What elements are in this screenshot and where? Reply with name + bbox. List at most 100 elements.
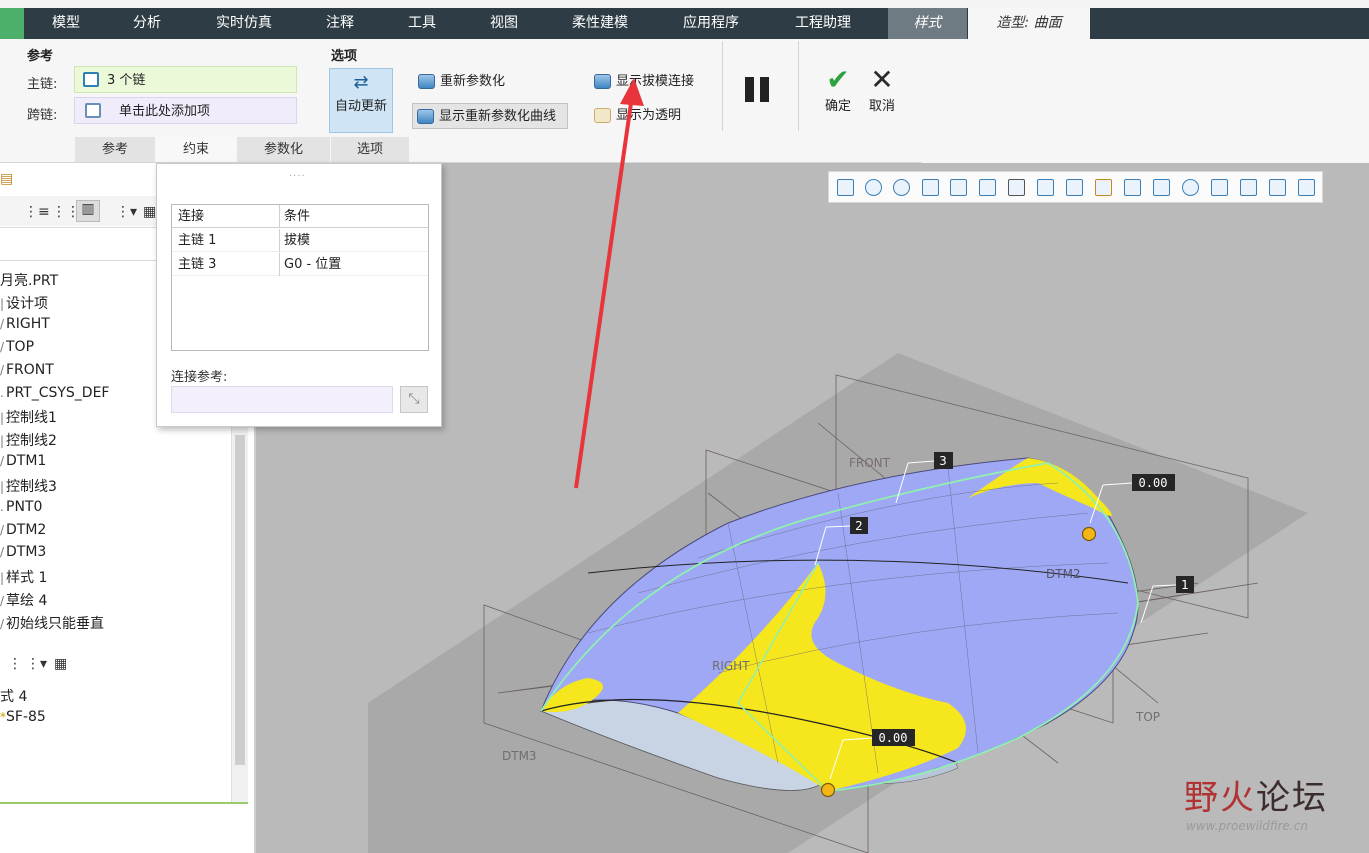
watermark-url: www.proewildfire.cn (1186, 819, 1308, 833)
constraints-panel: .... 连接 条件 主链 1 拔模 主链 3 G0 - 位置 连接参考: ⤡ (156, 163, 442, 427)
tree-item-csys[interactable]: . PRT_CSYS_DEF (0, 385, 109, 401)
display-style-icon[interactable] (950, 179, 967, 196)
ok-button[interactable]: ✔ 确定 (818, 65, 858, 115)
tree-item-dtm2[interactable]: / DTM2 (0, 522, 46, 538)
tree-item-label: RIGHT (6, 316, 50, 332)
tree-item-control-line-2[interactable]: | 控制线2 (0, 430, 57, 450)
tree-item-top[interactable]: / TOP (0, 339, 34, 355)
auto-update-button[interactable]: ⇄ 自动更新 (329, 68, 393, 133)
csys-display-icon[interactable] (1153, 179, 1170, 196)
draft-connection-icon (594, 74, 611, 89)
tree-item-design-items[interactable]: | 设计项 (0, 293, 48, 313)
lower-tree-item-style-4[interactable]: 式 4 (0, 686, 27, 706)
tree-scrollbar[interactable] (231, 425, 248, 803)
reparam-curves-icon (417, 109, 434, 124)
connection-ref-field[interactable] (171, 386, 393, 413)
ribbon-divider (798, 41, 799, 131)
zoom-in-icon[interactable] (865, 179, 882, 196)
file-menu-button[interactable] (0, 8, 24, 39)
tree-item-label: 初始线只能垂直 (6, 616, 104, 632)
subtab-references[interactable]: 参考 (75, 137, 155, 162)
show-transparent-toggle[interactable]: 显示为透明 (590, 103, 681, 129)
close-icon: ✕ (870, 63, 894, 96)
lower-tree-filter-icon[interactable]: ⋮▾ (26, 656, 47, 672)
table-row[interactable]: 主链 1 拔模 (172, 229, 428, 252)
tab-engineering-assistant[interactable]: 工程助理 (778, 8, 868, 39)
pause-button[interactable] (745, 77, 775, 106)
tree-item-right[interactable]: / RIGHT (0, 316, 50, 332)
ok-label: 确定 (824, 99, 851, 114)
section-view-icon[interactable] (1298, 179, 1315, 196)
refresh-icon: ⇄ (353, 72, 369, 93)
zoom-out-icon[interactable] (893, 179, 910, 196)
tab-analysis[interactable]: 分析 (110, 8, 184, 39)
refit-icon[interactable] (837, 179, 854, 196)
subtab-parametrization[interactable]: 参数化 (237, 137, 330, 162)
lower-tree-item-sf85[interactable]: *SF-85 (0, 709, 46, 725)
annotation-display-icon[interactable] (1182, 179, 1199, 196)
cross-chain-value: 单击此处添加项 (119, 104, 211, 119)
tree-scrollbar-thumb[interactable] (235, 435, 245, 765)
tree-expand-icon[interactable]: ⋮≡ (24, 204, 50, 220)
lower-tree-settings-icon[interactable]: ▦ (54, 656, 67, 672)
ribbon-divider (722, 41, 723, 131)
tree-item-dtm3[interactable]: / DTM3 (0, 544, 46, 560)
subtab-constraints[interactable]: 约束 (156, 137, 236, 162)
point-display-icon[interactable] (1124, 179, 1141, 196)
grid-display-icon[interactable] (1211, 179, 1228, 196)
tree-item-label: 样式 1 (6, 570, 48, 586)
row-condition[interactable]: G0 - 位置 (284, 253, 341, 276)
show-draft-connection-toggle[interactable]: 显示拔模连接 (590, 69, 694, 95)
constraints-table-header: 连接 条件 (172, 205, 428, 228)
cancel-button[interactable]: ✕ 取消 (862, 63, 902, 115)
perspective-icon[interactable] (1037, 179, 1054, 196)
tab-style[interactable]: 样式 (888, 8, 967, 39)
tree-item-initial-line[interactable]: / 初始线只能垂直 (0, 613, 104, 633)
row-condition[interactable]: 拔模 (284, 229, 310, 252)
tab-tools[interactable]: 工具 (388, 8, 456, 39)
tree-filter-icon[interactable]: ⋮▾ (116, 204, 137, 220)
tree-item-part[interactable]: 月亮.PRT (0, 270, 58, 290)
show-reparam-curves-toggle[interactable]: 显示重新参数化曲线 (412, 103, 568, 129)
saved-orientations-icon[interactable] (979, 179, 996, 196)
tree-table-icon[interactable]: ▥ (76, 200, 100, 222)
show-transparent-label: 显示为透明 (616, 108, 682, 123)
tab-applications[interactable]: 应用程序 (666, 8, 756, 39)
spin-center-icon[interactable] (1269, 179, 1286, 196)
tree-item-control-line-1[interactable]: | 控制线1 (0, 407, 57, 427)
cross-chain-label: 跨链: (27, 108, 58, 123)
repaint-icon[interactable] (922, 179, 939, 196)
tab-flexible-modeling[interactable]: 柔性建模 (556, 8, 644, 39)
lower-tree-expand-icon[interactable]: ⋮ (8, 656, 22, 672)
tree-item-pnt0[interactable]: . PNT0 (0, 499, 42, 515)
table-row[interactable]: 主链 3 G0 - 位置 (172, 253, 428, 276)
tab-model[interactable]: 模型 (30, 8, 102, 39)
tree-item-style-1[interactable]: | 样式 1 (0, 567, 47, 587)
tab-live-simulation[interactable]: 实时仿真 (198, 8, 290, 39)
tree-item-label: DTM1 (6, 453, 47, 469)
main-chain-collector[interactable]: 3 个链 (74, 66, 297, 93)
panel-grip-icon[interactable]: .... (289, 168, 306, 179)
tree-item-sketch-4[interactable]: / 草绘 4 (0, 590, 47, 610)
reparametrize-button[interactable]: 重新参数化 (414, 69, 505, 95)
tree-item-dtm1[interactable]: / DTM1 (0, 453, 46, 469)
ribbon: 参考 主链: 3 个链 跨链: 单击此处添加项 选项 ⇄ 自动更新 重新参数化 … (0, 39, 922, 163)
connection-ref-button[interactable]: ⤡ (400, 386, 428, 413)
axis-display-icon[interactable] (1095, 179, 1112, 196)
draft-value-top: 0.00 (1139, 476, 1168, 490)
tree-settings-icon[interactable]: ▦ (143, 204, 156, 220)
plane-display-icon[interactable] (1066, 179, 1083, 196)
tree-item-front[interactable]: / FRONT (0, 362, 54, 378)
cross-chain-collector[interactable]: 单击此处添加项 (74, 97, 297, 124)
tree-item-label: 控制线3 (6, 479, 57, 495)
tree-item-control-line-3[interactable]: | 控制线3 (0, 476, 57, 496)
curve-display-icon[interactable] (1240, 179, 1257, 196)
tab-style-surface[interactable]: 造型: 曲面 (968, 8, 1090, 39)
tab-view[interactable]: 视图 (470, 8, 538, 39)
tree-item-label: PNT0 (6, 499, 43, 515)
tab-annotate[interactable]: 注释 (306, 8, 374, 39)
window-top-strip (0, 0, 1369, 8)
subtab-options[interactable]: 选项 (331, 137, 409, 162)
view-manager-icon[interactable] (1008, 179, 1025, 196)
pause-icon-bar (760, 77, 769, 102)
